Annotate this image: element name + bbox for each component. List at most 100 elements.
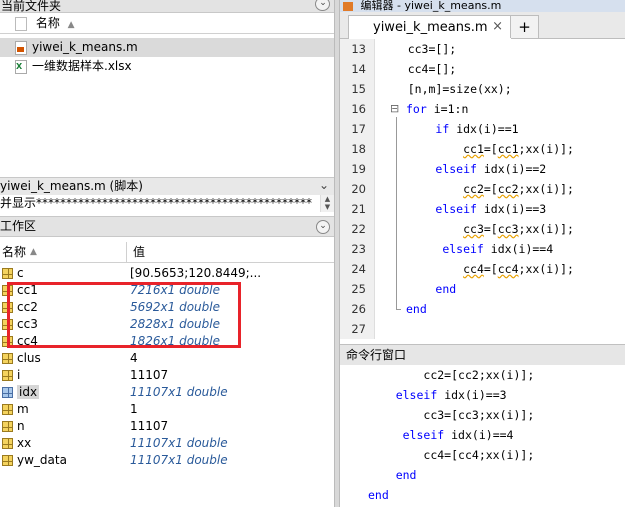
fold-end-tick	[396, 309, 401, 310]
code-line[interactable]: 13 cc3=[];	[340, 39, 625, 59]
variable-icon	[2, 438, 13, 449]
code-line[interactable]: 21 elseif idx(i)==3	[340, 199, 625, 219]
current-folder-title: 当前文件夹	[1, 0, 62, 13]
variable-icon	[2, 455, 13, 466]
var-value: 2828x1 double	[130, 317, 220, 331]
code-text: elseif idx(i)==3	[435, 202, 547, 216]
command-line: cc3=[cc3;xx(i)];	[423, 408, 535, 422]
variable-icon	[2, 336, 13, 347]
line-number: 20	[351, 182, 366, 196]
line-number: 23	[351, 242, 366, 256]
code-line[interactable]: 19 elseif idx(i)==2	[340, 159, 625, 179]
code-text: for i=1:n	[406, 102, 469, 116]
current-folder-header: 当前文件夹 ⌄	[0, 0, 334, 13]
workspace-title: 工作区	[0, 219, 37, 233]
chevron-down-icon[interactable]: ⌄	[315, 0, 330, 11]
excel-file-icon	[15, 59, 27, 74]
workspace-row[interactable]: m1	[0, 401, 334, 418]
code-text: elseif idx(i)==2	[435, 162, 547, 176]
var-name-cell: c	[0, 265, 126, 282]
workspace-column-header[interactable]: 名称 ▲ 值	[0, 242, 334, 263]
workspace-row[interactable]: clus 4	[0, 350, 334, 367]
var-value: 4	[130, 351, 138, 365]
close-icon[interactable]: ×	[492, 16, 503, 38]
var-name-cell: yw_data	[0, 452, 126, 469]
file-name: yiwei_k_means.m	[32, 40, 138, 54]
chevron-down-icon[interactable]: ⌄	[318, 179, 330, 192]
chevron-down-icon[interactable]: ⌄	[316, 220, 330, 234]
workspace-list: c [90.5653;120.8449;... cc1 7216x1 double cc…	[0, 265, 334, 469]
code-line[interactable]: 22 cc3=[cc3;xx(i)];	[340, 219, 625, 239]
variable-icon	[2, 285, 13, 296]
details-scrollbar[interactable]: ▲ ▼	[320, 195, 334, 212]
editor-body[interactable]: 13 cc3=[]; 14 cc4=[]; 15 [n,m]=size(xx); 16…	[340, 39, 625, 339]
folder-column-header[interactable]: 名称 ▲	[0, 13, 334, 34]
line-number: 27	[351, 322, 366, 336]
workspace-row[interactable]: cc4 1826x1 double	[0, 333, 334, 350]
var-name: cc4	[17, 334, 38, 348]
code-line[interactable]: 17 if idx(i)==1	[340, 119, 625, 139]
var-name-cell: cc2	[0, 299, 126, 316]
var-name-cell: clus	[0, 350, 126, 367]
workspace-row[interactable]: idx 11107x1 double	[0, 384, 334, 401]
workspace-row[interactable]: cc3 2828x1 double	[0, 316, 334, 333]
code-line[interactable]: 27	[340, 319, 625, 339]
code-line[interactable]: 15 [n,m]=size(xx);	[340, 79, 625, 99]
workspace-row[interactable]: cc1 7216x1 double	[0, 282, 334, 299]
var-name-cell: m	[0, 401, 126, 418]
details-text: 并显示*************************************…	[0, 195, 320, 212]
var-name: c	[17, 266, 24, 280]
code-text: cc3=[cc3;xx(i)];	[463, 222, 574, 236]
code-line[interactable]: 16 for i=1:n ⊟	[340, 99, 625, 119]
folder-empty-area	[0, 76, 334, 176]
code-line[interactable]: 26 end	[340, 299, 625, 319]
file-item[interactable]: yiwei_k_means.m	[0, 38, 334, 57]
var-value: 1826x1 double	[130, 334, 220, 348]
line-number: 21	[351, 202, 366, 216]
variable-icon	[2, 421, 13, 432]
code-line[interactable]: 24 cc4=[cc4;xx(i)];	[340, 259, 625, 279]
command-line: cc2=[cc2;xx(i)];	[423, 368, 535, 382]
fold-toggle-icon[interactable]: ⊟	[390, 99, 399, 119]
command-window-body[interactable]: cc2=[cc2;xx(i)]; elseif idx(i)==3 cc3=[c…	[340, 365, 625, 507]
code-line[interactable]: 25 end	[340, 279, 625, 299]
line-number: 24	[351, 262, 366, 276]
file-icon	[15, 16, 27, 31]
code-line[interactable]: 18 cc1=[cc1;xx(i)];	[340, 139, 625, 159]
workspace-header: 工作区 ⌄	[0, 216, 334, 237]
code-line[interactable]: 20 cc2=[cc2;xx(i)];	[340, 179, 625, 199]
var-name: cc2	[17, 300, 38, 314]
workspace-row[interactable]: c [90.5653;120.8449;...	[0, 265, 334, 282]
workspace-row[interactable]: i 11107	[0, 367, 334, 384]
details-header: yiwei_k_means.m (脚本) ⌄	[0, 177, 334, 195]
var-name-cell: cc1	[0, 282, 126, 299]
code-text: cc1=[cc1;xx(i)];	[463, 142, 574, 156]
var-name: yw_data	[17, 453, 67, 467]
command-line: cc4=[cc4;xx(i)];	[423, 448, 535, 462]
variable-icon	[2, 268, 13, 279]
var-value: 1	[130, 402, 138, 416]
workspace-row[interactable]: xx 11107x1 double	[0, 435, 334, 452]
var-name: cc1	[17, 283, 38, 297]
code-text: if idx(i)==1	[435, 122, 519, 136]
variable-icon	[2, 370, 13, 381]
line-number: 22	[351, 222, 366, 236]
workspace-row[interactable]: yw_data 11107x1 double	[0, 452, 334, 469]
ws-col-name: 名称	[2, 245, 27, 259]
ws-col-divider	[126, 242, 127, 262]
code-line[interactable]: 23 elseif idx(i)==4	[340, 239, 625, 259]
file-name: 一维数据样本.xlsx	[32, 59, 132, 73]
line-number: 26	[351, 302, 366, 316]
var-value: 11107x1 double	[130, 385, 228, 399]
add-tab-button[interactable]: +	[510, 15, 539, 38]
tab-yiwei-k-means[interactable]: yiwei_k_means.m ×	[348, 15, 512, 39]
workspace-row[interactable]: cc2 5692x1 double	[0, 299, 334, 316]
code-line[interactable]: 14 cc4=[];	[340, 59, 625, 79]
variable-icon	[2, 353, 13, 364]
line-number: 13	[351, 42, 366, 56]
variable-icon	[2, 387, 13, 398]
line-number: 19	[351, 162, 366, 176]
file-item[interactable]: 一维数据样本.xlsx	[0, 57, 334, 76]
var-name: i	[17, 368, 21, 382]
workspace-row[interactable]: n 11107	[0, 418, 334, 435]
